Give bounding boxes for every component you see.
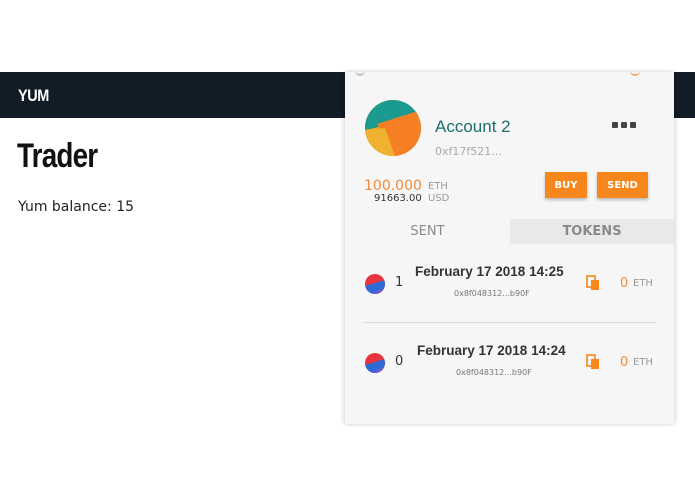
more-options-icon[interactable] — [612, 120, 636, 130]
eth-balance: 100.000 — [364, 178, 422, 194]
transaction-row[interactable]: 1 February 17 2018 14:25 0x8f048312...b9… — [345, 257, 674, 317]
yum-balance-text: Yum balance: 15 — [18, 199, 135, 215]
tx-date: February 17 2018 14:25 — [415, 264, 564, 279]
copy-icon[interactable] — [586, 354, 600, 370]
popup-edge-icon-right — [630, 72, 640, 76]
tx-identicon-icon — [365, 274, 385, 294]
usd-unit-label: USD — [428, 193, 450, 204]
transaction-row[interactable]: 0 February 17 2018 14:24 0x8f048312...b9… — [345, 336, 674, 396]
tx-nonce: 1 — [395, 275, 404, 290]
account-name: Account 2 — [435, 117, 511, 136]
buy-button[interactable]: BUY — [545, 172, 587, 198]
tx-hash[interactable]: 0x8f048312...b90F — [454, 289, 530, 298]
tx-nonce: 0 — [395, 354, 404, 369]
tab-tokens[interactable]: TOKENS — [510, 219, 674, 244]
wallet-tabs: SENT TOKENS — [345, 219, 674, 244]
page-title: Trader — [17, 137, 98, 175]
tx-identicon-icon — [365, 353, 385, 373]
copy-icon[interactable] — [586, 275, 600, 291]
tx-hash[interactable]: 0x8f048312...b90F — [456, 368, 532, 377]
account-avatar[interactable] — [365, 100, 421, 156]
usd-balance: 91663.00 — [374, 193, 422, 204]
wallet-popup: Account 2 0xf17f521... 100.000 ETH 91663… — [345, 72, 674, 424]
popup-edge-icon-left — [355, 72, 365, 76]
tab-sent[interactable]: SENT — [345, 219, 510, 244]
tx-value: 0 — [620, 355, 629, 370]
tx-date: February 17 2018 14:24 — [417, 343, 566, 358]
tx-unit: ETH — [633, 357, 653, 368]
tx-divider — [363, 322, 656, 323]
send-button[interactable]: SEND — [597, 172, 648, 198]
brand-logo[interactable]: YUM — [18, 86, 49, 106]
eth-unit-label: ETH — [428, 181, 448, 192]
tx-unit: ETH — [633, 278, 653, 289]
tx-value: 0 — [620, 276, 629, 291]
account-address[interactable]: 0xf17f521... — [435, 145, 502, 158]
